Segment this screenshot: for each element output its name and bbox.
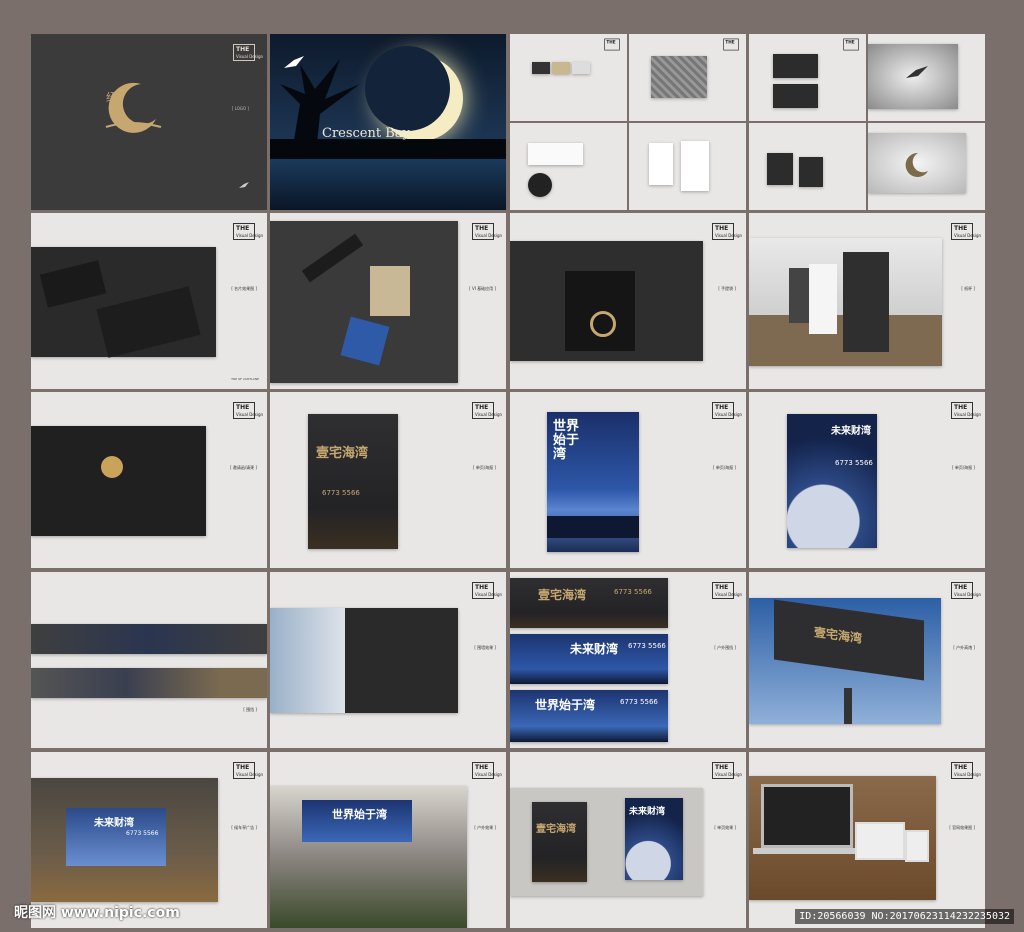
poster3-panel: THE Visual Design 未来财湾 6773 5566 [ 单页/海报 … xyxy=(749,392,985,568)
building-panel: THE Visual Design 世界始于湾 [ 户外效果 ] xyxy=(270,752,506,928)
small-card-bags xyxy=(749,123,866,210)
cup-panel: THE Visual Design [ 纸杯 ] xyxy=(749,213,985,389)
bird-icon xyxy=(239,182,249,188)
envelope-photo xyxy=(31,426,206,536)
watermark: 昵图网 www.nipic.com xyxy=(14,905,180,921)
poster2: 世界始于湾 xyxy=(547,412,639,552)
small-card-wall-logo xyxy=(868,34,985,121)
water-reflection xyxy=(270,159,506,210)
crescent-logo-icon xyxy=(905,152,928,177)
tablet xyxy=(855,822,905,860)
svg-text:绍: 绍 xyxy=(106,90,117,104)
flyer-panel: THE Visual Design 壹宅海湾 未来财湾 [ 单页效果 ] xyxy=(510,752,746,928)
busstop-photo: 未来财湾 6773 5566 xyxy=(31,778,218,902)
poster2-panel: THE Visual Design 世界始于湾 [ 单页/海报 ] xyxy=(510,392,746,568)
banner-strip-2 xyxy=(31,668,267,698)
business-card-panel: THE Visual Design [ 名片效果图 ] TOP OF CURTLA… xyxy=(31,213,267,389)
small-card-folders xyxy=(629,123,746,210)
phone xyxy=(905,830,929,862)
vi-set-photo xyxy=(270,221,458,383)
billboard-panel: THE Visual Design 壹宅海湾 [ 户外高炮 ] xyxy=(749,572,985,748)
poster1: 壹宅海湾 6773 5566 xyxy=(308,414,398,549)
small-card-envelope-cd xyxy=(510,123,627,210)
outdoor-banner-1: 壹宅海湾 6773 5566 xyxy=(510,578,668,628)
billboard-photo: 壹宅海湾 xyxy=(749,598,941,724)
small-card-businesscard: THE xyxy=(749,34,866,121)
the-visual-label: THE Visual Design xyxy=(233,44,263,61)
small-card-swatches: THE xyxy=(510,34,627,121)
wall-photo xyxy=(270,608,458,713)
crescent-logo-icon xyxy=(590,311,616,337)
flyer-photo: 壹宅海湾 未来财湾 xyxy=(510,788,703,896)
vi-set-panel: THE Visual Design [ VI 基础应用 ] xyxy=(270,213,506,389)
poster3: 未来财湾 6773 5566 xyxy=(787,414,877,548)
banner-strip-1 xyxy=(31,624,267,654)
outdoor-banner-3: 世界始于湾 6773 5566 xyxy=(510,690,668,742)
handbag-panel: THE Visual Design [ 手提袋 ] xyxy=(510,213,746,389)
id-tag: ID:20566039 NO:20170623114232235032 xyxy=(795,909,1014,924)
logo-caption: [ LOGO ] xyxy=(231,106,249,111)
outdoor-banner-panel: THE Visual Design 壹宅海湾 6773 5566 未来财湾 677… xyxy=(510,572,746,748)
crescent-logo-icon: 绍 xyxy=(105,82,162,133)
devices-photo xyxy=(749,776,936,900)
web-panel: THE Visual Design [ 官网效果图 ] xyxy=(749,752,985,928)
small-card-pattern: THE xyxy=(629,34,746,121)
bird-icon xyxy=(284,56,304,68)
wall-panel: THE Visual Design [ 围墙效果 ] xyxy=(270,572,506,748)
cup-photo xyxy=(749,238,942,366)
bird-icon xyxy=(906,66,928,78)
outdoor-banner-2: 未来财湾 6773 5566 xyxy=(510,634,668,684)
small-card-sign xyxy=(868,123,985,210)
building-photo: 世界始于湾 xyxy=(270,786,467,928)
envelope-panel: THE Visual Design [ 邀请函/请柬 ] xyxy=(31,392,267,568)
handbag-photo xyxy=(510,241,703,361)
business-card-photo xyxy=(31,247,216,358)
banner-panel: [ 围挡 ] xyxy=(31,572,267,748)
laptop-screen xyxy=(761,784,853,848)
crescent-title: Crescent Bay xyxy=(322,126,410,141)
wax-seal-icon xyxy=(101,456,123,478)
poster1-panel: THE Visual Design 壹宅海湾 6773 5566 [ 单页/海报 … xyxy=(270,392,506,568)
cover-logo-panel: THE Visual Design 绍 [ LOGO ] xyxy=(31,34,267,210)
crescent-bay-cover: Crescent Bay xyxy=(270,34,506,210)
